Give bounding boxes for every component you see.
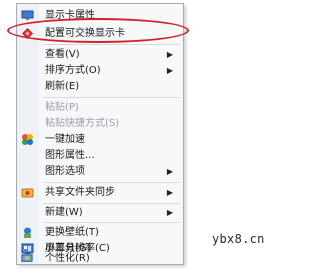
menu-separator bbox=[43, 182, 180, 183]
watermark-text: ybx8.cn bbox=[212, 232, 265, 246]
menu-item-graphics-properties[interactable]: 图形属性... bbox=[17, 147, 183, 164]
display-properties-icon bbox=[21, 9, 34, 22]
menu-item-label: 排序方式(O) bbox=[45, 65, 101, 76]
menu-item-graphics-options[interactable]: 图形选项 ▶ bbox=[17, 163, 183, 180]
menu-item-label: 更换壁纸(T) bbox=[45, 227, 99, 238]
menu-item-paste-shortcut: 粘贴快捷方式(S) bbox=[17, 115, 183, 132]
menu-item-paste: 粘贴(P) bbox=[17, 99, 183, 116]
menu-separator bbox=[43, 97, 180, 98]
menu-item-label: 个性化(R) bbox=[45, 253, 90, 264]
submenu-arrow-icon: ▶ bbox=[166, 188, 173, 197]
menu-item-label: 图形选项 bbox=[45, 166, 85, 177]
submenu-arrow-icon: ▶ bbox=[166, 208, 173, 217]
menu-item-label: 共享文件夹同步 bbox=[45, 187, 115, 198]
menu-item-shared-folder-sync[interactable]: 共享文件夹同步 ▶ bbox=[17, 184, 183, 201]
shared-folder-sync-icon bbox=[21, 186, 34, 199]
submenu-arrow-icon: ▶ bbox=[166, 167, 173, 176]
speedup-icon bbox=[21, 133, 34, 146]
menu-item-sort-by[interactable]: 排序方式(O) ▶ bbox=[17, 62, 183, 79]
menu-item-label: 刷新(E) bbox=[45, 81, 80, 92]
menu-item-label: 粘贴快捷方式(S) bbox=[45, 118, 120, 129]
personalize-icon bbox=[21, 253, 34, 266]
menu-item-label: 图形属性... bbox=[45, 150, 95, 161]
menu-item-label: 粘贴(P) bbox=[45, 102, 79, 113]
highlight-annotation-ring bbox=[7, 18, 189, 43]
menu-item-label: 新建(W) bbox=[45, 207, 83, 218]
wallpaper-icon bbox=[21, 226, 34, 239]
menu-item-label: 一键加速 bbox=[45, 134, 85, 145]
menu-item-new[interactable]: 新建(W) ▶ bbox=[17, 204, 183, 221]
menu-item-label: 查看(V) bbox=[45, 49, 80, 60]
submenu-arrow-icon: ▶ bbox=[166, 66, 173, 75]
submenu-arrow-icon: ▶ bbox=[166, 50, 173, 59]
menu-item-view[interactable]: 查看(V) ▶ bbox=[17, 46, 183, 63]
menu-separator bbox=[43, 222, 180, 223]
menu-separator bbox=[43, 44, 180, 45]
menu-item-one-click-speedup[interactable]: 一键加速 bbox=[17, 131, 183, 148]
menu-item-personalize[interactable]: 个性化(R) bbox=[17, 253, 183, 265]
menu-item-refresh[interactable]: 刷新(E) bbox=[17, 78, 183, 95]
menu-item-change-wallpaper[interactable]: 更换壁纸(T) bbox=[17, 224, 183, 241]
